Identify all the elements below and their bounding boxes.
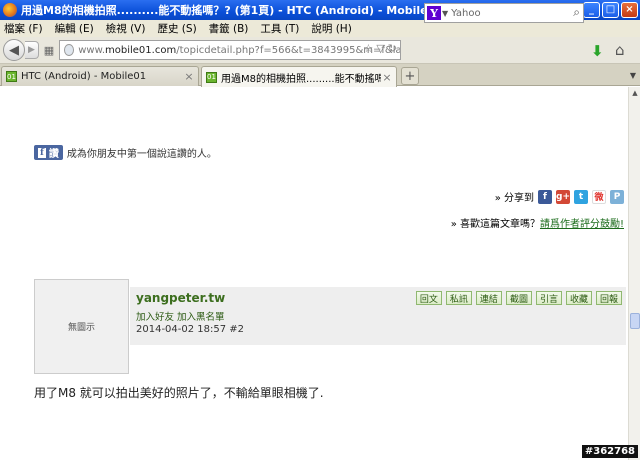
tab-label: 用過M8的相機拍照.........能不動搖嗎？... xyxy=(221,73,381,85)
tab-strip: 01 HTC (Android) - Mobile01 × 01 用過M8的相機… xyxy=(0,64,640,87)
globe-icon xyxy=(64,44,75,56)
firefox-icon xyxy=(3,3,17,17)
search-bar[interactable]: Y ▼ Yahoo ⌕ xyxy=(424,3,584,23)
vertical-scrollbar[interactable]: ▲ xyxy=(628,87,640,460)
post-date: 2014-04-02 18:57 #2 xyxy=(136,324,245,335)
scroll-up-icon[interactable]: ▲ xyxy=(629,87,640,99)
quote-button[interactable]: 引言 xyxy=(535,291,562,305)
fb-like-label: 讚 xyxy=(48,149,59,160)
plurk-icon[interactable]: P xyxy=(610,189,624,204)
rate-author-link[interactable]: 請爲作者評分鼓勵! xyxy=(540,219,624,230)
user-links[interactable]: 加入好友 加入黑名單 xyxy=(136,309,225,323)
yahoo-icon[interactable]: Y xyxy=(427,6,441,20)
url-bar[interactable]: www.mobile01.com/topicdetail.php?f=566&t… xyxy=(59,40,401,60)
avatar[interactable]: 無圖示 xyxy=(34,279,129,374)
post-body: 用了M8 就可以拍出美好的照片了，不輸給單眼相機了. xyxy=(34,386,324,400)
menu-history[interactable]: 歷史 (S) xyxy=(157,21,196,36)
favorite-button[interactable]: 收藏 xyxy=(565,291,592,305)
dropdown-icon[interactable]: ▽ xyxy=(376,42,384,55)
twitter-icon[interactable]: t xyxy=(574,189,588,204)
menu-bookmarks[interactable]: 書籤 (B) xyxy=(209,21,249,36)
navigation-bar: ◀ ▶ ▦ www.mobile01.com/topicdetail.php?f… xyxy=(0,37,640,64)
share-row: » 分享到 f g+ t 微 P xyxy=(495,189,624,204)
username-link[interactable]: yangpeter.tw xyxy=(136,291,225,305)
search-icon[interactable]: ⌕ xyxy=(573,5,580,20)
menu-view[interactable]: 檢視 (V) xyxy=(106,21,146,36)
page-content: f讚 成為你朋友中第一個說這讚的人。 » 分享到 f g+ t 微 P » 喜歡… xyxy=(0,87,628,460)
fb-like-text: 成為你朋友中第一個說這讚的人。 xyxy=(66,149,217,160)
menu-tools[interactable]: 工具 (T) xyxy=(260,21,299,36)
mobile01-favicon: 01 xyxy=(6,71,17,82)
engine-dropdown-icon[interactable]: ▼ xyxy=(442,9,448,18)
weibo-icon[interactable]: 微 xyxy=(592,189,606,204)
fb-like-button[interactable]: f讚 xyxy=(34,145,63,160)
bookmark-star-icon[interactable]: ☆ xyxy=(363,42,373,55)
post-actions: 回文 私訊 連結 截圖 引言 收藏 回報 xyxy=(415,291,622,305)
post-info-bar: yangpeter.tw 加入好友 加入黑名單 2014-04-02 18:57… xyxy=(130,287,626,345)
fb-like-row: f讚 成為你朋友中第一個說這讚的人。 xyxy=(34,145,217,160)
maximize-button[interactable]: □ xyxy=(602,2,619,18)
url-text: www.mobile01.com/topicdetail.php?f=566&t… xyxy=(78,44,400,56)
close-button[interactable]: × xyxy=(621,2,638,18)
tab-m8-camera-topic[interactable]: 01 用過M8的相機拍照.........能不動搖嗎？... × xyxy=(201,66,397,87)
tab-list-icon[interactable]: ▼ xyxy=(630,71,636,80)
window-controls: _ □ × xyxy=(583,2,638,18)
home-icon[interactable]: ⌂ xyxy=(615,41,625,59)
like-prompt: » 喜歡這篇文章嗎？ xyxy=(450,219,540,230)
tab-label: HTC (Android) - Mobile01 xyxy=(21,71,147,82)
facebook-icon: f xyxy=(38,147,46,158)
reload-icon[interactable]: ↻ xyxy=(388,42,397,55)
back-button[interactable]: ◀ xyxy=(3,39,25,61)
scroll-thumb[interactable] xyxy=(630,313,640,329)
post-header: 無圖示 yangpeter.tw 加入好友 加入黑名單 2014-04-02 1… xyxy=(34,279,628,374)
tab-htc-android[interactable]: 01 HTC (Android) - Mobile01 × xyxy=(1,66,199,86)
forward-arrow-icon: ▶ xyxy=(28,45,35,55)
google-plus-icon[interactable]: g+ xyxy=(556,189,570,204)
menu-file[interactable]: 檔案 (F) xyxy=(4,21,43,36)
menu-help[interactable]: 說明 (H) xyxy=(311,21,351,36)
minimize-button[interactable]: _ xyxy=(583,2,600,18)
screenshot-button[interactable]: 截圖 xyxy=(505,291,532,305)
url-icons: ☆ ▽ ↻ xyxy=(363,42,397,55)
menu-edit[interactable]: 編輯 (E) xyxy=(55,21,94,36)
like-row: » 喜歡這篇文章嗎？請爲作者評分鼓勵! xyxy=(451,215,624,230)
page-grid-icon[interactable]: ▦ xyxy=(41,42,57,58)
download-icon[interactable]: ⬇ xyxy=(591,42,604,60)
new-tab-button[interactable]: + xyxy=(401,67,419,85)
watermark: #362768 xyxy=(581,445,638,458)
reply-button[interactable]: 回文 xyxy=(415,291,442,305)
browser-window: 用過M8的相機拍照..........能不動搖嗎？? (第1頁) - HTC (… xyxy=(0,0,640,460)
forward-button[interactable]: ▶ xyxy=(25,41,39,59)
tab-close-icon[interactable]: × xyxy=(183,70,195,83)
link-button[interactable]: 連結 xyxy=(475,291,502,305)
share-label: » 分享到 xyxy=(494,193,534,204)
facebook-icon[interactable]: f xyxy=(538,189,552,204)
report-button[interactable]: 回報 xyxy=(595,291,622,305)
private-message-button[interactable]: 私訊 xyxy=(445,291,472,305)
back-arrow-icon: ◀ xyxy=(9,42,19,58)
tab-close-icon[interactable]: × xyxy=(381,71,393,84)
search-input[interactable]: Yahoo xyxy=(451,8,480,19)
mobile01-favicon: 01 xyxy=(206,71,217,83)
